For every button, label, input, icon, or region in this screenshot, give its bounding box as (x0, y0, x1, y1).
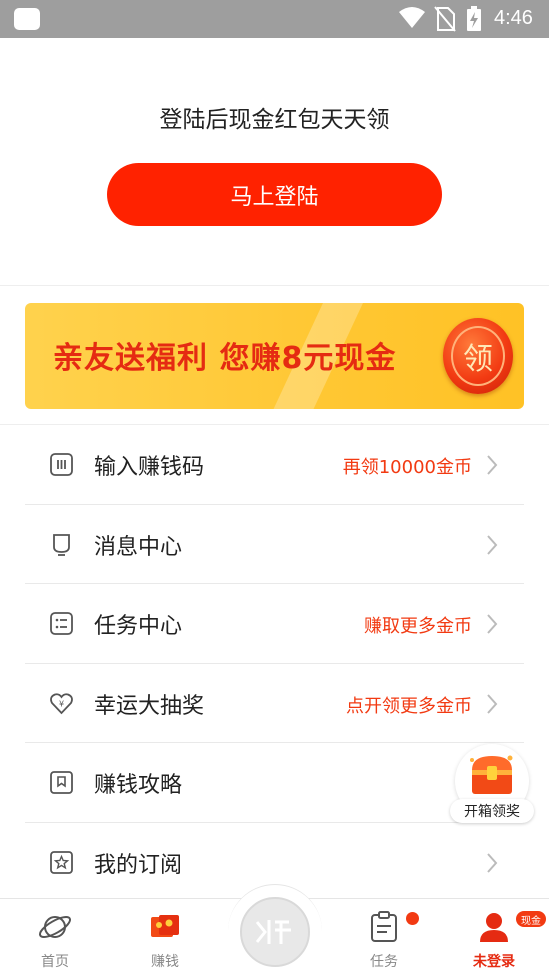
tab-label: 首页 (41, 954, 69, 970)
tab-label: 任务 (370, 954, 398, 970)
divider (0, 285, 549, 286)
notification-dot (406, 912, 419, 925)
listen-icon (255, 920, 291, 944)
treasure-chest-button[interactable]: 开箱领奖 (450, 744, 534, 824)
menu-item-label: 赚钱攻略 (94, 773, 183, 798)
red-envelope-icon (151, 915, 179, 937)
menu-item-hint: 再领10000金币 (342, 457, 472, 478)
chevron-right-icon (487, 614, 498, 634)
tab-tasks[interactable]: 任务 (329, 899, 439, 976)
banner-text: 亲友送福利 您赚8元现金 (53, 341, 397, 376)
menu-item-hint: 赚取更多金币 (364, 616, 472, 637)
treasure-chest-icon (470, 755, 513, 794)
menu-item-earn-code[interactable]: 输入赚钱码 再领10000金币 (0, 425, 549, 505)
menu-item-label: 任务中心 (94, 614, 183, 639)
menu-item-tasks[interactable]: 任务中心 赚取更多金币 (0, 584, 549, 664)
svg-text:¥: ¥ (59, 699, 64, 708)
task-clipboard-icon (371, 911, 397, 942)
menu-list: 输入赚钱码 再领10000金币 消息中心 任务中心 赚取更多金币 ¥ 幸运大抽奖… (0, 425, 549, 902)
chevron-right-icon (487, 534, 498, 555)
app-notification-icon (14, 8, 40, 30)
tab-label: 未登录 (473, 954, 515, 970)
claim-coin-button[interactable]: 领 (443, 318, 513, 394)
chevron-right-icon (487, 455, 498, 475)
menu-item-label: 我的订阅 (94, 852, 183, 878)
menu-item-label: 输入赚钱码 (94, 455, 205, 480)
no-sim-icon (434, 6, 456, 32)
bell-icon (53, 533, 70, 556)
task-list-icon (50, 612, 73, 635)
chevron-right-icon (487, 852, 498, 873)
login-prompt: 登陆后现金红包天天领 (159, 107, 390, 133)
tab-earn[interactable]: 赚钱 (110, 899, 220, 976)
tab-label: 赚钱 (151, 954, 179, 970)
wifi-icon (399, 7, 425, 28)
referral-banner[interactable]: 亲友送福利 您赚8元现金 领 (25, 303, 524, 409)
menu-item-lucky-draw[interactable]: ¥ 幸运大抽奖 点开领更多金币 (0, 664, 549, 743)
menu-item-label: 消息中心 (94, 534, 183, 560)
menu-item-hint: 点开领更多金币 (346, 695, 472, 717)
claim-coin-label: 领 (451, 326, 505, 386)
user-icon (480, 913, 508, 942)
menu-item-label: 幸运大抽奖 (94, 693, 205, 719)
planet-icon (38, 916, 72, 938)
subscription-star-icon (50, 850, 73, 874)
listen-button[interactable] (240, 897, 310, 967)
lucky-heart-icon: ¥ (50, 692, 73, 714)
tab-home[interactable]: 首页 (0, 899, 110, 976)
menu-item-messages[interactable]: 消息中心 (0, 505, 549, 584)
status-bar: 4:46 (0, 0, 549, 38)
clock: 4:46 (494, 7, 533, 29)
guide-book-icon (50, 771, 73, 794)
cash-badge: 现金 (516, 911, 546, 927)
battery-charging-icon (467, 6, 481, 31)
chevron-right-icon (487, 693, 498, 714)
chest-label: 开箱领奖 (450, 799, 534, 823)
login-button[interactable]: 马上登陆 (107, 163, 442, 226)
code-icon (50, 453, 73, 476)
